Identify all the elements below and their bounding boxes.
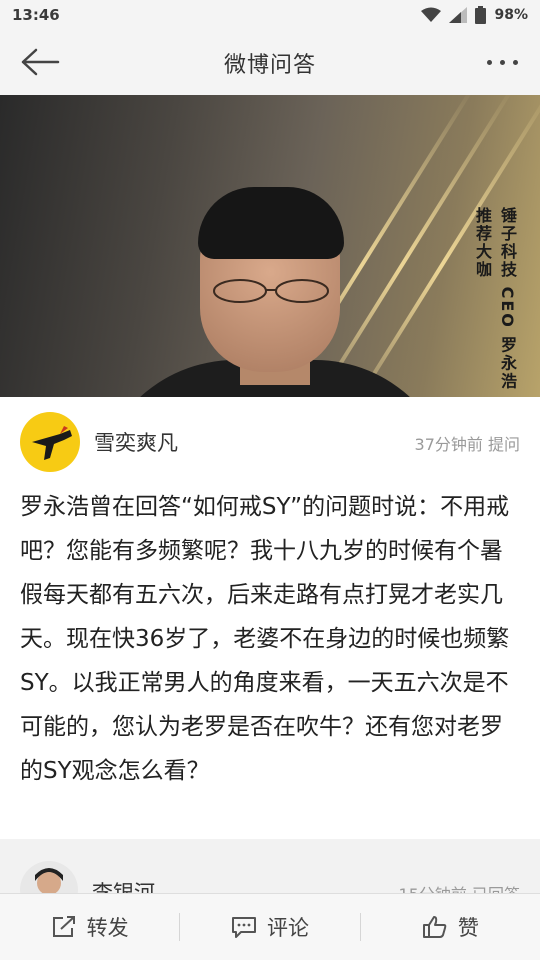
comment-label: 评论 [266, 916, 309, 940]
app-screen: 13:46 98% 微博问答 推荐大咖 锤子科技 CEO 罗永浩 雪奕爽凡 37… [0, 0, 540, 960]
comment-icon [231, 917, 256, 938]
page-title: 微博问答 [223, 52, 316, 78]
status-icons: 98% [421, 6, 528, 24]
forward-label: 转发 [86, 916, 129, 940]
avatar[interactable] [20, 412, 80, 472]
share-icon [52, 916, 75, 937]
signal-icon [449, 7, 468, 23]
like-label: 赞 [457, 916, 479, 940]
question-text: 罗永浩曾在回答“如何戒SY”的问题时说：不用戒吧？您能有多频繁呢？我十八九岁的时… [20, 494, 510, 784]
top-nav: 微博问答 [0, 30, 540, 95]
back-button[interactable] [18, 44, 62, 80]
status-bar: 13:46 98% [0, 0, 540, 30]
comment-button[interactable]: 评论 [180, 894, 359, 960]
status-time: 13:46 [12, 6, 60, 24]
more-dot-icon [500, 59, 505, 65]
question-card: 雪奕爽凡 37分钟前 提问 罗永浩曾在回答“如何戒SY”的问题时说：不用戒吧？您… [0, 397, 540, 839]
arrow-left-icon [21, 48, 60, 76]
question-header: 雪奕爽凡 37分钟前 提问 [20, 397, 520, 487]
hero-caption-tag: 推荐大咖 [473, 207, 492, 279]
more-button[interactable] [487, 50, 518, 74]
more-dot-icon [487, 59, 492, 65]
hero-banner[interactable]: 推荐大咖 锤子科技 CEO 罗永浩 [0, 95, 540, 397]
bottom-action-bar: 转发 评论 赞 [0, 893, 540, 960]
wifi-icon [421, 7, 442, 22]
thumbs-up-icon [422, 916, 447, 938]
question-author[interactable]: 雪奕爽凡 [94, 427, 178, 457]
glasses-icon [213, 279, 329, 303]
hero-caption-name: 锤子科技 CEO 罗永浩 [498, 207, 517, 391]
more-dot-icon [513, 59, 518, 65]
battery-icon [475, 6, 487, 24]
forward-button[interactable]: 转发 [0, 894, 179, 960]
like-button[interactable]: 赞 [361, 894, 540, 960]
pistol-avatar-icon [32, 426, 72, 460]
question-meta: 37分钟前 提问 [414, 435, 520, 454]
portrait-hair [198, 187, 344, 259]
answer-header: 李银河 15分钟前 已回答 [0, 839, 540, 899]
battery-percent: 98% [494, 7, 528, 23]
